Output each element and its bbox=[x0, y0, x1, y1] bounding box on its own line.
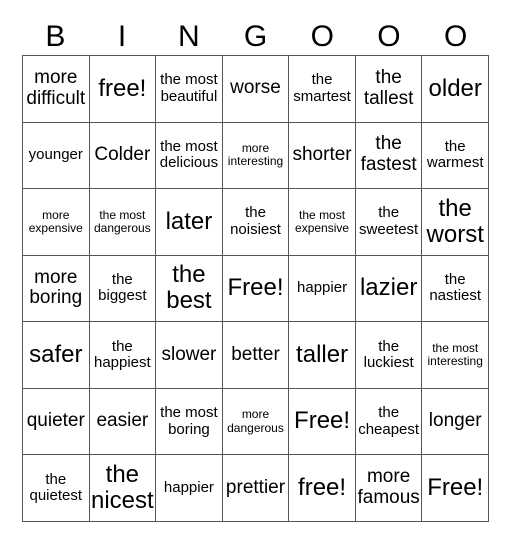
bingo-cell[interactable]: the nicest bbox=[89, 455, 157, 522]
bingo-cell[interactable]: Free! bbox=[422, 455, 489, 522]
bingo-cell[interactable]: the most interesting bbox=[422, 322, 489, 389]
bingo-cell[interactable]: more boring bbox=[23, 255, 90, 323]
bingo-cell[interactable]: free! bbox=[289, 455, 356, 522]
bingo-cell[interactable]: the happiest bbox=[89, 322, 157, 389]
header-letter: O bbox=[310, 20, 334, 53]
bingo-cell[interactable]: the nastiest bbox=[422, 255, 489, 323]
header-letter: G bbox=[243, 20, 268, 53]
bingo-cell[interactable]: more famous bbox=[355, 455, 423, 522]
bingo-cell[interactable]: safer bbox=[23, 322, 90, 389]
bingo-cell[interactable]: lazier bbox=[355, 255, 423, 323]
bingo-cell[interactable]: more dangerous bbox=[222, 388, 290, 456]
bingo-cell[interactable]: more interesting bbox=[222, 122, 290, 190]
bingo-cell[interactable]: worse bbox=[222, 56, 290, 123]
bingo-cell[interactable]: Free! bbox=[222, 255, 290, 323]
bingo-cell[interactable]: prettier bbox=[222, 455, 290, 522]
bingo-cell[interactable]: the worst bbox=[422, 189, 489, 256]
bingo-header: B I N G O O O bbox=[22, 18, 489, 55]
bingo-cell[interactable]: the biggest bbox=[89, 255, 157, 323]
bingo-cell[interactable]: the most beautiful bbox=[156, 56, 223, 123]
bingo-cell[interactable]: the luckiest bbox=[355, 322, 423, 389]
bingo-grid: more difficult free! the most beautiful … bbox=[22, 55, 489, 522]
bingo-cell[interactable]: quieter bbox=[23, 388, 90, 456]
bingo-cell[interactable]: better bbox=[222, 322, 290, 389]
bingo-cell[interactable]: free! bbox=[89, 56, 157, 123]
bingo-cell[interactable]: happier bbox=[289, 255, 356, 323]
bingo-cell[interactable]: slower bbox=[156, 322, 223, 389]
bingo-cell[interactable]: older bbox=[422, 56, 489, 123]
bingo-cell[interactable]: the fastest bbox=[355, 122, 423, 190]
bingo-cell[interactable]: the warmest bbox=[422, 122, 489, 190]
bingo-cell[interactable]: younger bbox=[23, 122, 90, 190]
bingo-cell[interactable]: Colder bbox=[89, 122, 157, 190]
bingo-cell[interactable]: the most boring bbox=[156, 388, 223, 456]
bingo-cell[interactable]: the tallest bbox=[355, 56, 423, 123]
bingo-cell[interactable]: the cheapest bbox=[355, 388, 423, 456]
bingo-cell[interactable]: the best bbox=[156, 255, 223, 323]
bingo-cell[interactable]: Free! bbox=[289, 388, 356, 456]
bingo-cell[interactable]: the most delicious bbox=[156, 122, 223, 190]
bingo-cell[interactable]: the quietest bbox=[23, 455, 90, 522]
bingo-cell[interactable]: longer bbox=[422, 388, 489, 456]
header-letter: N bbox=[177, 20, 200, 53]
bingo-cell[interactable]: more expensive bbox=[23, 189, 90, 256]
header-letter: O bbox=[377, 20, 401, 53]
header-letter: I bbox=[117, 20, 127, 53]
bingo-cell[interactable]: happier bbox=[156, 455, 223, 522]
bingo-cell[interactable]: easier bbox=[89, 388, 157, 456]
bingo-cell[interactable]: the most expensive bbox=[289, 189, 356, 256]
bingo-cell[interactable]: later bbox=[156, 189, 223, 256]
bingo-cell[interactable]: the noisiest bbox=[222, 189, 290, 256]
bingo-cell[interactable]: taller bbox=[289, 322, 356, 389]
bingo-cell[interactable]: the most dangerous bbox=[89, 189, 157, 256]
bingo-cell[interactable]: more difficult bbox=[23, 56, 90, 123]
bingo-cell[interactable]: shorter bbox=[289, 122, 356, 190]
bingo-cell[interactable]: the smartest bbox=[289, 56, 356, 123]
bingo-cell[interactable]: the sweetest bbox=[355, 189, 423, 256]
header-letter: O bbox=[444, 20, 468, 53]
header-letter: B bbox=[45, 20, 66, 53]
